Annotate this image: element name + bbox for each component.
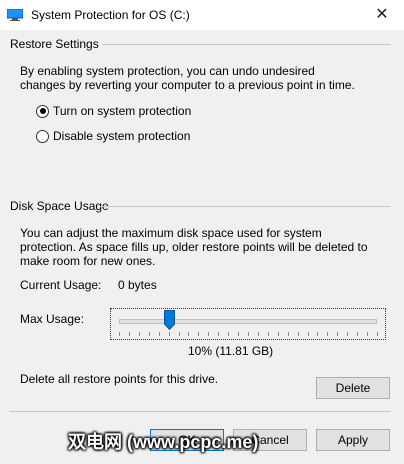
slider-tick [208, 332, 210, 336]
slider-tick [347, 332, 349, 336]
slider-tick [198, 332, 200, 336]
delete-description: Delete all restore points for this drive… [20, 372, 219, 386]
delete-button[interactable]: Delete [316, 377, 390, 399]
radio-button-checked[interactable] [36, 104, 49, 118]
slider-thumb[interactable] [164, 310, 176, 330]
slider-tick [168, 332, 170, 336]
restore-settings-description: By enabling system protection, you can u… [20, 64, 355, 92]
slider-tick [337, 332, 339, 336]
slider-tick [287, 332, 289, 336]
restore-settings-heading: Restore Settings [10, 37, 99, 51]
disk-space-description: You can adjust the maximum disk space us… [20, 226, 368, 268]
window-title: System Protection for OS (C:) [31, 8, 190, 22]
radio-button-unchecked[interactable] [36, 129, 49, 143]
disk-space-heading: Disk Space Usage [10, 199, 109, 213]
turn-on-protection-radio[interactable]: Turn on system protection [36, 103, 191, 119]
slider-tick [248, 332, 249, 336]
footer-divider [10, 411, 390, 412]
slider-tick [377, 332, 378, 336]
computer-icon [7, 9, 23, 21]
max-usage-value: 10% (11.81 GB) [188, 344, 274, 358]
watermark-overlay: 双电网 (www.pcpc.me) [68, 432, 259, 452]
slider-tick [367, 332, 369, 336]
group-divider [102, 44, 390, 45]
slider-tick [128, 332, 130, 336]
slider-tick [267, 332, 269, 336]
max-usage-slider[interactable] [110, 308, 386, 340]
slider-tick [257, 332, 259, 336]
close-button[interactable]: ✕ [360, 0, 404, 30]
slider-tick [228, 332, 230, 336]
slider-tick [218, 332, 220, 336]
slider-tick [297, 332, 299, 336]
current-usage-value: 0 bytes [118, 278, 157, 292]
slider-tick [327, 332, 329, 336]
close-icon: ✕ [375, 6, 389, 23]
slider-tick [317, 332, 319, 336]
slider-tick [238, 332, 240, 336]
title-bar: System Protection for OS (C:) ✕ [0, 0, 404, 30]
turn-on-protection-label[interactable]: Turn on system protection [53, 104, 191, 118]
slider-tick [138, 332, 140, 336]
slider-tick [307, 332, 309, 336]
slider-tick [188, 332, 190, 336]
slider-ticks [119, 332, 378, 336]
slider-tick [158, 332, 160, 336]
disable-protection-radio[interactable]: Disable system protection [36, 128, 190, 144]
disable-protection-label[interactable]: Disable system protection [53, 129, 190, 143]
slider-track[interactable] [119, 319, 377, 324]
apply-button[interactable]: Apply [316, 429, 390, 451]
slider-tick [357, 332, 359, 336]
group-divider [100, 206, 390, 207]
slider-tick [148, 332, 150, 336]
slider-tick [277, 332, 279, 336]
max-usage-label: Max Usage: [20, 312, 85, 326]
current-usage-label: Current Usage: [20, 278, 102, 292]
slider-tick [178, 332, 180, 336]
slider-tick [119, 332, 120, 336]
